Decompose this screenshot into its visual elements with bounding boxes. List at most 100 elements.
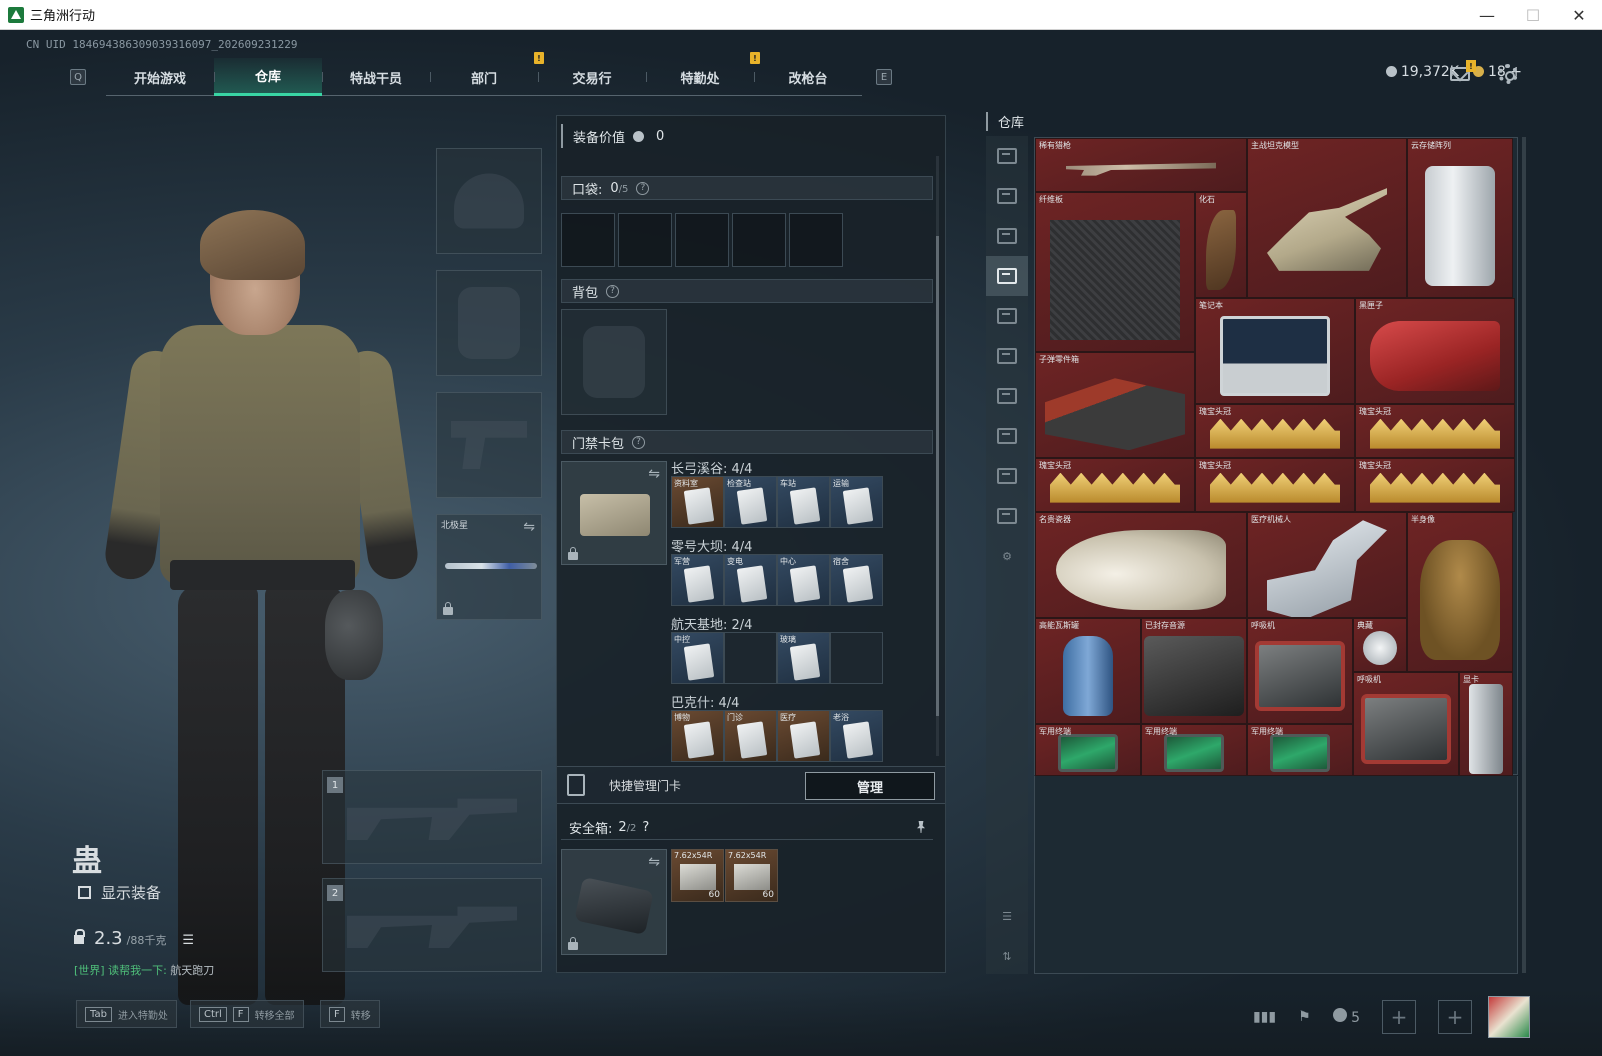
swap-icon[interactable]: ⇋ xyxy=(648,466,660,482)
chat-message[interactable]: [世界] 读帮我一下: 航天跑刀 xyxy=(74,962,214,978)
ammo-slot[interactable]: 7.62x54R 60 xyxy=(725,849,778,902)
swap-icon[interactable]: ⇋ xyxy=(648,854,660,870)
swap-icon[interactable]: ⇋ xyxy=(523,519,535,535)
keycard-slot[interactable]: 军营 xyxy=(671,554,724,606)
pocket-slot[interactable] xyxy=(789,213,843,267)
maximize-button[interactable]: ☐ xyxy=(1510,0,1556,30)
armor-slot[interactable] xyxy=(436,270,542,376)
help-icon[interactable]: ? xyxy=(636,181,650,195)
warehouse-item[interactable]: 典藏 xyxy=(1353,618,1407,672)
hint-transfer[interactable]: F 转移 xyxy=(320,1000,380,1028)
melee-slot[interactable]: 北极星 ⇋ xyxy=(436,514,542,620)
warehouse-item[interactable]: 军用终端 xyxy=(1141,724,1247,776)
warehouse-item[interactable]: 军用终端 xyxy=(1035,724,1141,776)
primary-weapon-slot-2[interactable]: 2 xyxy=(322,878,542,972)
keycard-slot[interactable]: 门诊 xyxy=(724,710,777,762)
show-equipment-toggle[interactable]: 显示装备 xyxy=(78,882,161,903)
tab-operators[interactable]: 特战干员 xyxy=(322,58,430,96)
stack-button[interactable]: ☰ xyxy=(986,896,1028,936)
warehouse-item[interactable]: 纤维板 xyxy=(1035,192,1195,352)
friends-button[interactable]: 5 xyxy=(1332,1008,1360,1026)
pocket-slot[interactable] xyxy=(732,213,786,267)
warehouse-tab-8[interactable] xyxy=(986,416,1028,456)
stats-chart-icon[interactable]: ▮▮▮ xyxy=(1253,1009,1276,1025)
warehouse-item[interactable]: 主战坦克模型 xyxy=(1247,138,1407,298)
warehouse-item[interactable]: 瑰宝头冠 xyxy=(1195,404,1355,458)
warehouse-item[interactable]: 名贵瓷器 xyxy=(1035,512,1247,618)
close-button[interactable]: ✕ xyxy=(1556,0,1602,30)
warehouse-item[interactable]: 已封存音源 xyxy=(1141,618,1247,724)
keycard-case-slot[interactable]: ⇋ xyxy=(561,461,667,565)
warehouse-settings[interactable]: ⚙ xyxy=(986,536,1028,576)
manage-button[interactable]: 管理 xyxy=(805,772,935,800)
keycard-slot-empty[interactable] xyxy=(724,632,777,684)
settings-gear-icon[interactable] xyxy=(1498,64,1518,84)
next-tab-key-icon[interactable]: E xyxy=(876,69,892,85)
flag-icon[interactable]: ⚑ xyxy=(1298,1009,1311,1025)
warehouse-item[interactable]: 化石 xyxy=(1195,192,1247,298)
warehouse-item[interactable]: 子弹零件箱 xyxy=(1035,352,1195,458)
tab-department[interactable]: 部门! xyxy=(430,52,544,96)
tab-warehouse[interactable]: 仓库 xyxy=(214,58,322,96)
keycard-slot[interactable]: 中心 xyxy=(777,554,830,606)
warehouse-item[interactable]: 云存储阵列 xyxy=(1407,138,1513,298)
help-icon[interactable]: ? xyxy=(606,284,620,298)
player-avatar[interactable] xyxy=(1488,996,1530,1038)
warehouse-item[interactable]: 瑰宝头冠 xyxy=(1195,458,1355,512)
warehouse-item[interactable]: 呼吸机 xyxy=(1353,672,1459,776)
warehouse-tab-7[interactable] xyxy=(986,376,1028,416)
pistol-slot[interactable] xyxy=(436,392,542,498)
keycard-slot[interactable]: 老浴 xyxy=(830,710,883,762)
safe-box-slot[interactable]: ⇋ xyxy=(561,849,667,955)
help-icon[interactable]: ? xyxy=(632,435,646,449)
keycard-slot[interactable]: 变电 xyxy=(724,554,777,606)
warehouse-tab-2[interactable] xyxy=(986,176,1028,216)
warehouse-tab-all[interactable] xyxy=(986,136,1028,176)
tab-start-game[interactable]: 开始游戏 xyxy=(106,58,214,96)
show-equipment-checkbox[interactable] xyxy=(78,886,91,899)
warehouse-empty-area[interactable] xyxy=(1034,776,1518,974)
ammo-slot[interactable]: 7.62x54R 60 xyxy=(671,849,724,902)
helmet-slot[interactable] xyxy=(436,148,542,254)
keycard-slot[interactable]: 检查站 xyxy=(724,476,777,528)
warehouse-item[interactable]: 高能瓦斯罐 xyxy=(1035,618,1141,724)
warehouse-scrollbar[interactable] xyxy=(1522,137,1526,973)
pocket-slot[interactable] xyxy=(561,213,615,267)
pin-icon[interactable] xyxy=(917,821,925,833)
warehouse-item[interactable]: 瑰宝头冠 xyxy=(1355,404,1515,458)
backpack-slot[interactable] xyxy=(561,309,667,415)
warehouse-item[interactable]: 军用终端 xyxy=(1247,724,1353,776)
keycard-slot[interactable]: 博物 xyxy=(671,710,724,762)
warehouse-item[interactable]: 黑匣子 xyxy=(1355,298,1515,404)
warehouse-item[interactable]: 呼吸机 xyxy=(1247,618,1353,724)
tab-gunsmith[interactable]: 改枪台 xyxy=(754,58,862,96)
warehouse-tab-9[interactable] xyxy=(986,456,1028,496)
keycard-slot[interactable]: 运输 xyxy=(830,476,883,528)
tab-market[interactable]: 交易行 xyxy=(538,58,646,96)
invite-slot-button[interactable]: + xyxy=(1382,1000,1416,1034)
tab-special-service[interactable]: 特勤处! xyxy=(646,52,760,96)
warehouse-item[interactable]: 稀有猎枪 xyxy=(1035,138,1247,192)
warehouse-item[interactable]: 笔记本 xyxy=(1195,298,1355,404)
warehouse-item[interactable]: 医疗机械人 xyxy=(1247,512,1407,618)
warehouse-tab-6[interactable] xyxy=(986,336,1028,376)
invite-slot-button[interactable]: + xyxy=(1438,1000,1472,1034)
pocket-slot[interactable] xyxy=(675,213,729,267)
list-icon[interactable]: ☰ xyxy=(182,933,194,948)
sort-button[interactable]: ⇅ xyxy=(986,936,1028,976)
warehouse-item[interactable]: 半身像 xyxy=(1407,512,1513,672)
pocket-slot[interactable] xyxy=(618,213,672,267)
warehouse-item[interactable]: 瑰宝头冠 xyxy=(1035,458,1195,512)
warehouse-tab-3[interactable] xyxy=(986,216,1028,256)
keycard-slot[interactable]: 中控 xyxy=(671,632,724,684)
keycard-slot[interactable]: 宿舍 xyxy=(830,554,883,606)
keycard-slot[interactable]: 医疗 xyxy=(777,710,830,762)
keycard-slot[interactable]: 车站 xyxy=(777,476,830,528)
warehouse-tab-4[interactable] xyxy=(986,256,1028,296)
prev-tab-key-icon[interactable]: Q xyxy=(70,69,86,85)
warehouse-item[interactable]: 瑰宝头冠 xyxy=(1355,458,1515,512)
keycard-slot-empty[interactable] xyxy=(830,632,883,684)
warehouse-tab-5[interactable] xyxy=(986,296,1028,336)
hint-enter-special-service[interactable]: Tab 进入特勤处 xyxy=(76,1000,177,1028)
help-icon[interactable]: ? xyxy=(642,820,649,835)
